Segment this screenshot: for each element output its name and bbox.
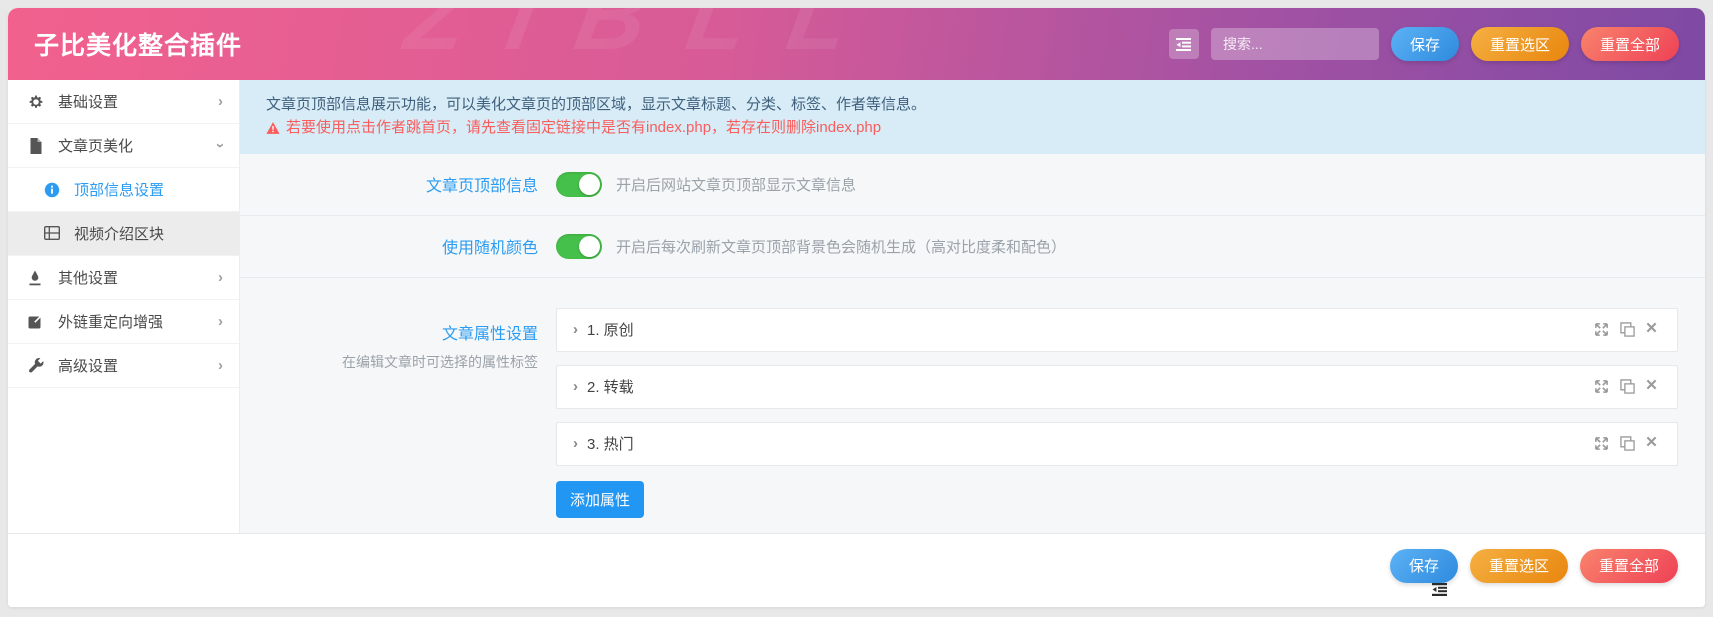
chevron-right-icon: ›: [218, 269, 223, 286]
sidebar-item-label: 基础设置: [58, 94, 119, 111]
sidebar-item-label: 高级设置: [58, 358, 119, 375]
setting-sublabel: 在编辑文章时可选择的属性标签: [342, 353, 538, 370]
sidebar-item-article-page[interactable]: 文章页美化 ›: [8, 124, 239, 168]
sidebar-item-other-settings[interactable]: 其他设置 ›: [8, 256, 239, 300]
sidebar-item-label: 视频介绍区块: [74, 226, 165, 243]
footer: 保存 重置选区 重置全部: [8, 533, 1705, 607]
sidebar-item-label: 外链重定向增强: [58, 314, 164, 331]
setting-row-random-color: 使用随机颜色 开启后每次刷新文章页顶部背景色会随机生成（高对比度柔和配色）: [240, 216, 1705, 278]
save-button[interactable]: 保存: [1390, 27, 1459, 61]
chevron-right-icon: ›: [573, 321, 578, 338]
footer-reset-selection-button[interactable]: 重置选区: [1469, 548, 1568, 583]
header: ZIBLL 子比美化整合插件 保存 重置选区 重置全部: [8, 8, 1705, 80]
indent-list-icon: [1176, 37, 1192, 51]
sidebar-item-video-intro-block[interactable]: 视频介绍区块: [8, 212, 239, 256]
video-icon: [44, 225, 62, 242]
wrench-icon: [28, 357, 46, 374]
delete-icon[interactable]: [1646, 322, 1661, 337]
chevron-right-icon: ›: [573, 435, 578, 452]
copy-icon[interactable]: [1620, 379, 1635, 394]
move-icon[interactable]: [1594, 436, 1609, 451]
alert-info-text: 文章页顶部信息展示功能，可以美化文章页的顶部区域，显示文章标题、分类、标签、作者…: [266, 96, 927, 113]
footer-reset-all-button[interactable]: 重置全部: [1579, 548, 1678, 583]
sidebar-item-basic-settings[interactable]: 基础设置 ›: [8, 80, 239, 124]
main-area: 基础设置 › 文章页美化 › 顶部信息设置 视频介绍区块 其他设置 › 外链重定…: [8, 80, 1705, 533]
attribute-item-row[interactable]: › 3. 热门: [556, 421, 1678, 466]
attribute-title: 1. 原创: [587, 322, 634, 339]
chevron-right-icon: ›: [218, 313, 223, 330]
chevron-right-icon: ›: [573, 378, 578, 395]
sidebar-item-external-link-redirect[interactable]: 外链重定向增强 ›: [8, 300, 239, 344]
footer-save-button[interactable]: 保存: [1389, 548, 1458, 583]
alert-warning-text: 若要使用点击作者跳首页，请先查看固定链接中是否有index.php，若存在则删除…: [286, 119, 882, 137]
setting-row-top-info: 文章页顶部信息 开启后网站文章页顶部显示文章信息: [240, 154, 1705, 216]
warning-triangle-icon: [266, 122, 280, 134]
chevron-right-icon: ›: [218, 93, 223, 110]
search-input[interactable]: [1210, 28, 1379, 60]
sidebar-item-label: 顶部信息设置: [74, 182, 165, 199]
page-title: 子比美化整合插件: [34, 32, 243, 60]
plugin-settings-panel: ZIBLL 子比美化整合插件 保存 重置选区 重置全部: [8, 8, 1705, 607]
setting-label: 文章页顶部信息: [425, 177, 538, 195]
reset-all-button[interactable]: 重置全部: [1580, 27, 1679, 61]
footer-indent-list-icon[interactable]: [1432, 583, 1447, 596]
attribute-item-row[interactable]: › 2. 转载: [556, 364, 1678, 409]
delete-icon[interactable]: [1646, 436, 1661, 451]
document-icon: [28, 137, 46, 154]
sidebar-item-label: 其他设置: [58, 270, 119, 287]
copy-icon[interactable]: [1620, 322, 1635, 337]
sidebar-item-advanced-settings[interactable]: 高级设置 ›: [8, 344, 239, 388]
setting-description: 开启后每次刷新文章页顶部背景色会随机生成（高对比度柔和配色）: [616, 238, 1067, 256]
reset-selection-button[interactable]: 重置选区: [1470, 27, 1569, 61]
sidebar: 基础设置 › 文章页美化 › 顶部信息设置 视频介绍区块 其他设置 › 外链重定…: [8, 80, 240, 533]
setting-description: 开启后网站文章页顶部显示文章信息: [616, 176, 857, 194]
setting-label: 文章属性设置: [441, 325, 538, 343]
header-toolbar: 保存 重置选区 重置全部: [1168, 27, 1679, 61]
copy-icon[interactable]: [1620, 436, 1635, 451]
chevron-down-icon: ›: [212, 143, 229, 148]
pen-icon: [28, 270, 46, 286]
gear-icon: [28, 94, 46, 110]
alert-warning-row: 若要使用点击作者跳首页，请先查看固定链接中是否有index.php，若存在则删除…: [266, 116, 1679, 139]
info-icon: [44, 182, 62, 198]
move-icon[interactable]: [1594, 322, 1609, 337]
delete-icon[interactable]: [1646, 379, 1661, 394]
add-attribute-button[interactable]: 添加属性: [556, 480, 645, 518]
setting-label: 使用随机颜色: [441, 239, 538, 257]
brand-watermark: ZIBLL: [398, 8, 900, 70]
attribute-item-row[interactable]: › 1. 原创: [556, 307, 1678, 352]
collapse-menu-button[interactable]: [1168, 29, 1199, 59]
random-color-toggle[interactable]: [556, 233, 602, 259]
info-alert: 文章页顶部信息展示功能，可以美化文章页的顶部区域，显示文章标题、分类、标签、作者…: [240, 80, 1705, 154]
setting-row-article-attributes: 文章属性设置 在编辑文章时可选择的属性标签 › 1. 原创 › 2. 转载 › …: [240, 278, 1705, 544]
chevron-right-icon: ›: [218, 357, 223, 374]
sidebar-item-top-info-settings[interactable]: 顶部信息设置: [8, 168, 239, 212]
sidebar-item-label: 文章页美化: [58, 138, 134, 155]
attribute-title: 3. 热门: [587, 436, 634, 453]
move-icon[interactable]: [1594, 379, 1609, 394]
settings-content: 文章页顶部信息展示功能，可以美化文章页的顶部区域，显示文章标题、分类、标签、作者…: [240, 80, 1705, 533]
attribute-title: 2. 转载: [587, 379, 634, 396]
external-link-icon: [28, 313, 46, 330]
top-info-toggle[interactable]: [556, 171, 602, 197]
